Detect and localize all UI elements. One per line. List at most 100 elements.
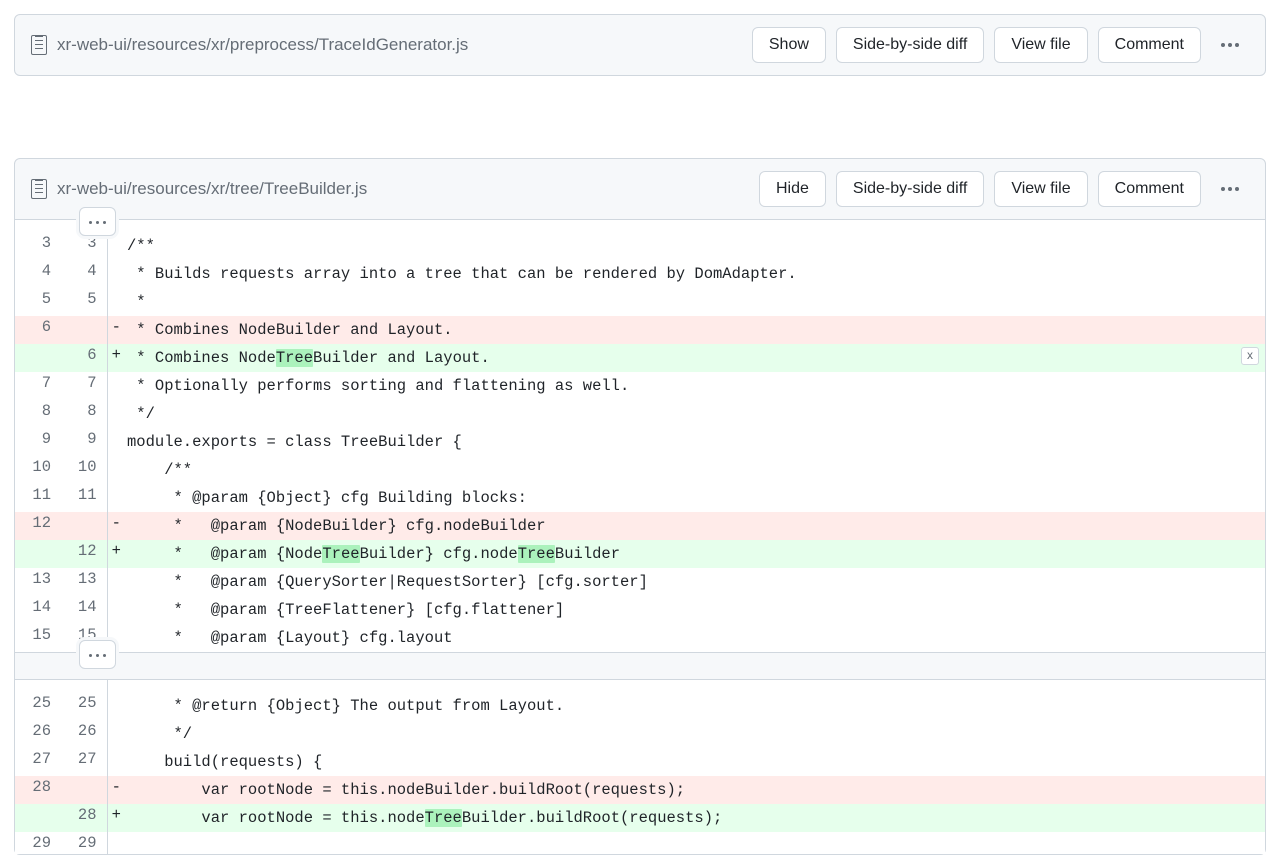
code-content: */ <box>125 400 1265 428</box>
code-content: * Optionally performs sorting and flatte… <box>125 372 1265 400</box>
line-number-old[interactable]: 13 <box>15 568 61 596</box>
diff-line: 2929 <box>15 832 1265 854</box>
code-content: * @param {QuerySorter|RequestSorter} [cf… <box>125 568 1265 596</box>
line-number-old[interactable]: 5 <box>15 288 61 316</box>
diff-line: 12- * @param {NodeBuilder} cfg.nodeBuild… <box>15 512 1265 540</box>
code-content: var rootNode = this.nodeBuilder.buildRoo… <box>125 776 1265 804</box>
file-icon <box>31 35 47 55</box>
line-number-old[interactable]: 28 <box>15 776 61 804</box>
diff-line: 2525 * @return {Object} The output from … <box>15 680 1265 720</box>
diff-highlight: Tree <box>425 809 462 827</box>
diff-marker <box>107 720 125 748</box>
view-file-button[interactable]: View file <box>994 27 1087 63</box>
diff-highlight: Tree <box>518 545 555 563</box>
file-diff-expanded: xr-web-ui/resources/xr/tree/TreeBuilder.… <box>14 158 1266 855</box>
line-number-old[interactable]: 7 <box>15 372 61 400</box>
diff-marker: + <box>107 344 125 372</box>
diff-marker: - <box>107 512 125 540</box>
code-content: * Combines NodeTreeBuilder and Layout.x <box>125 344 1265 372</box>
file-path: xr-web-ui/resources/xr/preprocess/TraceI… <box>57 35 742 55</box>
line-number-new[interactable]: 10 <box>61 456 107 484</box>
file-header: xr-web-ui/resources/xr/tree/TreeBuilder.… <box>15 159 1265 219</box>
code-content <box>125 832 1265 854</box>
code-content: /** <box>125 220 1265 260</box>
diff-marker <box>107 372 125 400</box>
diff-line: 99 module.exports = class TreeBuilder { <box>15 428 1265 456</box>
code-content: build(requests) { <box>125 748 1265 776</box>
file-diff-collapsed: xr-web-ui/resources/xr/preprocess/TraceI… <box>14 14 1266 76</box>
more-icon[interactable] <box>1211 35 1249 55</box>
diff-marker <box>107 748 125 776</box>
line-number-old[interactable]: 6 <box>15 316 61 344</box>
diff-line: 1313 * @param {QuerySorter|RequestSorter… <box>15 568 1265 596</box>
line-number-new[interactable]: 4 <box>61 260 107 288</box>
view-file-button[interactable]: View file <box>994 171 1087 207</box>
line-number-old[interactable]: 10 <box>15 456 61 484</box>
line-number-new[interactable]: 25 <box>61 680 107 720</box>
line-number-old[interactable]: 8 <box>15 400 61 428</box>
line-number-old[interactable] <box>15 804 61 832</box>
side-by-side-button[interactable]: Side-by-side diff <box>836 171 984 207</box>
file-header: xr-web-ui/resources/xr/preprocess/TraceI… <box>15 15 1265 75</box>
line-number-new[interactable]: 13 <box>61 568 107 596</box>
more-icon[interactable] <box>1211 179 1249 199</box>
expand-context-button[interactable] <box>79 207 116 236</box>
line-number-new[interactable] <box>61 776 107 804</box>
code-content: * @param {TreeFlattener} [cfg.flattener] <box>125 596 1265 624</box>
diff-marker: - <box>107 776 125 804</box>
line-number-new[interactable]: 26 <box>61 720 107 748</box>
line-number-old[interactable] <box>15 540 61 568</box>
diff-highlight: Tree <box>322 545 359 563</box>
comment-button[interactable]: Comment <box>1098 171 1201 207</box>
code-content: * @param {Layout} cfg.layout <box>125 624 1265 652</box>
expand-context-button[interactable] <box>79 640 116 669</box>
toggle-button[interactable]: Hide <box>759 171 826 207</box>
toggle-button[interactable]: Show <box>752 27 826 63</box>
diff-line: 2727 build(requests) { <box>15 748 1265 776</box>
comment-button[interactable]: Comment <box>1098 27 1201 63</box>
diff-marker <box>107 484 125 512</box>
line-number-new[interactable]: 28 <box>61 804 107 832</box>
diff-marker: + <box>107 540 125 568</box>
line-number-new[interactable]: 27 <box>61 748 107 776</box>
line-number-new[interactable]: 11 <box>61 484 107 512</box>
line-number-old[interactable]: 4 <box>15 260 61 288</box>
diff-line: 12+ * @param {NodeTreeBuilder} cfg.nodeT… <box>15 540 1265 568</box>
diff-marker <box>107 260 125 288</box>
diff-line: 1515 * @param {Layout} cfg.layout <box>15 624 1265 652</box>
line-number-old[interactable] <box>15 344 61 372</box>
diff-line: 33 /** <box>15 220 1265 260</box>
line-number-old[interactable]: 26 <box>15 720 61 748</box>
line-number-new[interactable] <box>61 316 107 344</box>
line-number-new[interactable]: 14 <box>61 596 107 624</box>
line-number-old[interactable]: 29 <box>15 832 61 854</box>
diff-body: 33 /**44 * Builds requests array into a … <box>15 219 1265 854</box>
line-number-old[interactable]: 12 <box>15 512 61 540</box>
line-number-old[interactable]: 15 <box>15 624 61 652</box>
line-number-new[interactable]: 5 <box>61 288 107 316</box>
diff-line: 88 */ <box>15 400 1265 428</box>
line-number-new[interactable]: 8 <box>61 400 107 428</box>
line-number-new[interactable]: 7 <box>61 372 107 400</box>
line-number-old[interactable]: 11 <box>15 484 61 512</box>
line-number-new[interactable] <box>61 512 107 540</box>
line-number-old[interactable]: 14 <box>15 596 61 624</box>
line-number-old[interactable]: 3 <box>15 220 61 260</box>
line-number-new[interactable]: 12 <box>61 540 107 568</box>
diff-line: 1414 * @param {TreeFlattener} [cfg.flatt… <box>15 596 1265 624</box>
line-number-old[interactable]: 27 <box>15 748 61 776</box>
line-number-old[interactable]: 9 <box>15 428 61 456</box>
side-by-side-button[interactable]: Side-by-side diff <box>836 27 984 63</box>
line-number-new[interactable]: 9 <box>61 428 107 456</box>
diff-line: 55 * <box>15 288 1265 316</box>
line-number-new[interactable]: 29 <box>61 832 107 854</box>
diff-line: 77 * Optionally performs sorting and fla… <box>15 372 1265 400</box>
diff-line: 6- * Combines NodeBuilder and Layout. <box>15 316 1265 344</box>
line-number-new[interactable]: 6 <box>61 344 107 372</box>
dismiss-highlight-button[interactable]: x <box>1241 347 1259 365</box>
code-content: * Builds requests array into a tree that… <box>125 260 1265 288</box>
code-content: */ <box>125 720 1265 748</box>
diff-line: 28+ var rootNode = this.nodeTreeBuilder.… <box>15 804 1265 832</box>
line-number-old[interactable]: 25 <box>15 680 61 720</box>
file-icon <box>31 179 47 199</box>
